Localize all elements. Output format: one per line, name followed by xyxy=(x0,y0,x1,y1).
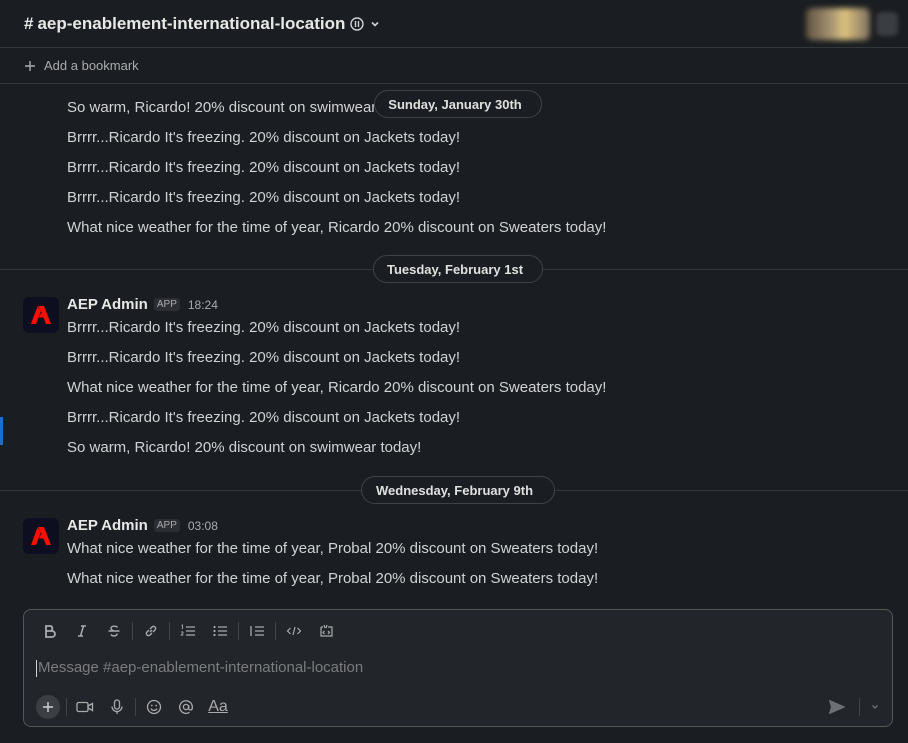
link-button[interactable] xyxy=(135,618,167,644)
member-avatars[interactable] xyxy=(806,8,870,40)
add-bookmark-button[interactable]: Add a bookmark xyxy=(44,58,139,73)
formatting-toolbar xyxy=(34,618,342,644)
text-caret xyxy=(36,659,37,677)
message-list[interactable]: So warm, Ricardo! 20% discount on swimwe… xyxy=(0,84,908,606)
date-label: Tuesday, February 1st xyxy=(386,261,524,277)
member-count[interactable] xyxy=(876,12,898,36)
message-composer[interactable]: Message #aep-enablement-international-lo… xyxy=(23,609,893,727)
channel-name: aep-enablement-international-location xyxy=(37,14,346,33)
smiley-icon xyxy=(146,699,162,715)
at-sign-icon xyxy=(179,700,193,714)
date-label: Sunday, January 30th xyxy=(388,96,522,112)
message-text: What nice weather for the time of year, … xyxy=(67,219,607,236)
message-text: So warm, Ricardo! 20% discount on swimwe… xyxy=(67,99,385,116)
blockquote-icon xyxy=(250,626,264,636)
ordered-list-button[interactable] xyxy=(172,618,204,644)
chevron-down-icon xyxy=(539,489,540,491)
italic-button[interactable] xyxy=(66,618,98,644)
toolbar-separator xyxy=(135,698,136,716)
code-block-icon xyxy=(320,624,333,637)
message-text: Brrrr...Ricardo It's freezing. 20% disco… xyxy=(67,129,461,146)
send-icon xyxy=(829,700,845,714)
shared-channel-icon xyxy=(350,17,365,31)
toolbar-separator xyxy=(132,622,133,640)
schedule-send-button[interactable] xyxy=(866,694,884,720)
date-divider-feb9[interactable]: Wednesday, February 9th xyxy=(361,476,555,504)
send-button[interactable] xyxy=(821,694,853,720)
toolbar-separator xyxy=(169,622,170,640)
chevron-down-icon xyxy=(371,21,379,27)
message-text: Brrrr...Ricardo It's freezing. 20% disco… xyxy=(67,189,461,206)
sender-name[interactable]: AEP Admin xyxy=(67,517,148,534)
message-text: Brrrr...Ricardo It's freezing. 20% disco… xyxy=(67,319,461,336)
message-input-placeholder: Message #aep-enablement-international-lo… xyxy=(38,659,364,676)
bold-button[interactable] xyxy=(34,618,66,644)
unread-marker xyxy=(0,417,3,445)
date-label: Wednesday, February 9th xyxy=(376,482,534,498)
toolbar-separator xyxy=(238,622,239,640)
timestamp[interactable]: 03:08 xyxy=(188,519,218,533)
bulleted-list-icon xyxy=(213,625,227,637)
plus-icon xyxy=(43,702,53,712)
send-controls xyxy=(821,694,884,720)
message-sender-row: AEP Admin APP 03:08 xyxy=(67,517,218,534)
message-text: So warm, Ricardo! 20% discount on swimwe… xyxy=(67,439,422,456)
toolbar-separator xyxy=(859,698,860,716)
emoji-button[interactable] xyxy=(138,694,170,720)
channel-title-button[interactable]: # aep-enablement-international-location xyxy=(24,14,381,34)
video-camera-icon xyxy=(76,701,94,713)
avatar[interactable] xyxy=(23,297,59,333)
bookmark-bar: Add a bookmark xyxy=(0,48,908,84)
message-text: Brrrr...Ricardo It's freezing. 20% disco… xyxy=(67,409,461,426)
formatting-toggle-button[interactable]: Aa xyxy=(202,694,234,720)
code-block-button[interactable] xyxy=(310,618,342,644)
chevron-down-icon xyxy=(872,705,878,709)
date-divider-feb1[interactable]: Tuesday, February 1st xyxy=(373,255,543,283)
message-text: What nice weather for the time of year, … xyxy=(67,570,599,587)
attach-button[interactable] xyxy=(36,695,60,719)
audio-clip-button[interactable] xyxy=(101,694,133,720)
format-text-label: Aa xyxy=(208,698,228,715)
message-sender-row: AEP Admin APP 18:24 xyxy=(67,296,218,313)
adobe-logo-icon xyxy=(31,527,51,545)
channel-hash: # xyxy=(24,14,34,33)
link-icon xyxy=(145,625,157,637)
composer-actions: Aa xyxy=(32,694,234,720)
mention-button[interactable] xyxy=(170,694,202,720)
toolbar-separator xyxy=(66,698,67,716)
app-badge: APP xyxy=(153,298,180,311)
plus-icon xyxy=(25,60,35,71)
date-divider-jan30[interactable]: Sunday, January 30th xyxy=(374,90,542,118)
italic-icon xyxy=(78,625,86,637)
sender-name[interactable]: AEP Admin xyxy=(67,296,148,313)
toolbar-separator xyxy=(275,622,276,640)
message-input[interactable]: Message #aep-enablement-international-lo… xyxy=(36,659,363,677)
adobe-logo-icon xyxy=(31,306,51,324)
microphone-icon xyxy=(111,699,123,714)
video-clip-button[interactable] xyxy=(69,694,101,720)
message-text: What nice weather for the time of year, … xyxy=(67,379,607,396)
strikethrough-icon xyxy=(108,625,120,637)
ordered-list-icon xyxy=(180,624,195,636)
channel-header: # aep-enablement-international-location xyxy=(0,0,908,48)
timestamp[interactable]: 18:24 xyxy=(188,298,218,312)
bulleted-list-button[interactable] xyxy=(204,618,236,644)
code-button[interactable] xyxy=(278,618,310,644)
avatar[interactable] xyxy=(23,518,59,554)
code-icon xyxy=(286,626,302,636)
message-text: What nice weather for the time of year, … xyxy=(67,540,599,557)
app-badge: APP xyxy=(153,519,180,532)
message-text: Brrrr...Ricardo It's freezing. 20% disco… xyxy=(67,349,461,366)
strikethrough-button[interactable] xyxy=(98,618,130,644)
blockquote-button[interactable] xyxy=(241,618,273,644)
bold-icon xyxy=(45,625,56,638)
message-text: Brrrr...Ricardo It's freezing. 20% disco… xyxy=(67,159,461,176)
